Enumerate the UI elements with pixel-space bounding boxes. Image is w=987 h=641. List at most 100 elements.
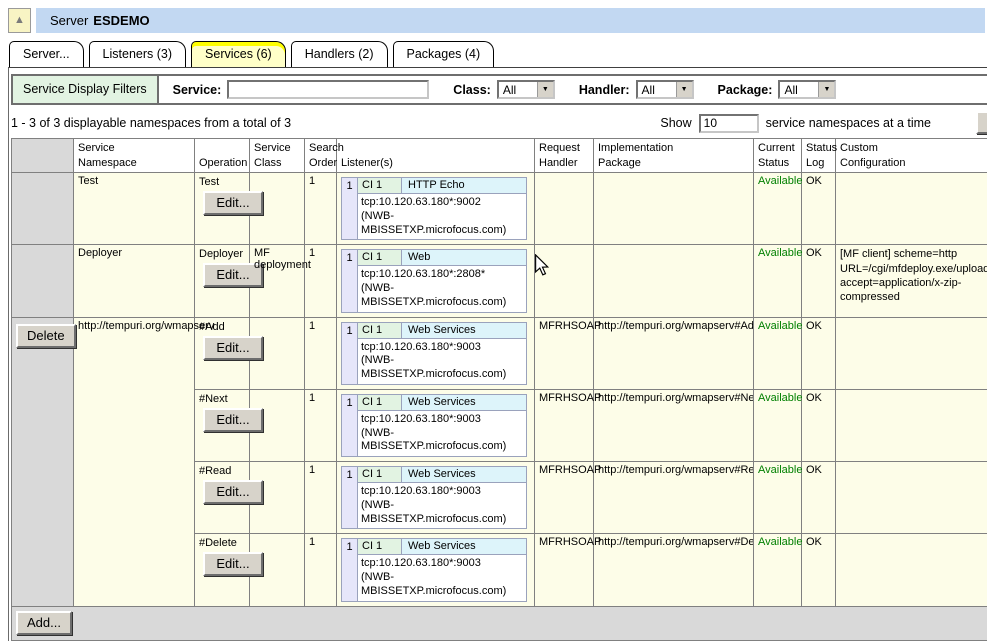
listener-index: 1: [342, 395, 358, 456]
server-titlebar: ▲ Server ESDEMO: [8, 8, 985, 33]
server-title-prefix: Server: [50, 13, 88, 28]
show-suffix: service namespaces at a time: [766, 116, 931, 130]
request-handler-cell: [535, 173, 594, 245]
services-panel: Service Display Filters Service: Class: …: [8, 67, 987, 641]
class-filter-value: All: [499, 82, 537, 97]
operation-cell: Test Edit...: [195, 173, 250, 245]
current-status-cell: Available: [754, 245, 802, 317]
package-filter-select[interactable]: All ▼: [778, 80, 836, 99]
listener-index: 1: [342, 178, 358, 239]
column-header-request-handler: Request Handler: [535, 139, 594, 173]
edit-button[interactable]: Edit...: [203, 552, 263, 576]
status-log-cell: OK: [802, 462, 836, 534]
delete-button[interactable]: Delete: [16, 324, 76, 348]
request-handler-cell: [535, 245, 594, 317]
operation-name: #Read: [199, 464, 245, 480]
collapse-toggle[interactable]: ▲: [8, 8, 31, 33]
column-header-service-namespace: Service Namespace: [74, 139, 195, 173]
service-display-filters-bar: Service Display Filters Service: Class: …: [11, 74, 987, 105]
edit-button[interactable]: Edit...: [203, 480, 263, 504]
listener-address: tcp:10.120.63.180*:9002: [361, 196, 523, 210]
handler-filter-select[interactable]: All ▼: [636, 80, 694, 99]
listener-name: CI 1: [358, 250, 402, 265]
listener-name: CI 1: [358, 178, 402, 193]
table-row: Deployer Deployer Edit... MF deployment …: [12, 245, 987, 317]
request-handler-cell: MFRHSOAP: [535, 389, 594, 461]
column-header-service-class: Service Class: [250, 139, 305, 173]
implementation-package-cell: http://tempuri.org/wmapserv#Delete: [594, 534, 754, 606]
search-order-cell: 1: [305, 317, 337, 389]
service-filter-label: Service:: [173, 83, 222, 97]
listener-type: Web: [402, 250, 526, 265]
service-filter-input[interactable]: [227, 80, 429, 99]
listener-box: 1 CI 1 Web Services tcp:10.120.63.180*:9…: [341, 394, 527, 457]
class-filter-select[interactable]: All ▼: [497, 80, 555, 99]
listeners-cell: 1 CI 1 Web Services tcp:10.120.63.180*:9…: [337, 317, 535, 389]
request-handler-cell: MFRHSOAP: [535, 462, 594, 534]
listener-address: tcp:10.120.63.180*:9003: [361, 341, 523, 355]
implementation-package-cell: [594, 173, 754, 245]
search-order-cell: 1: [305, 389, 337, 461]
request-handler-cell: MFRHSOAP: [535, 317, 594, 389]
tab-handlers[interactable]: Handlers (2): [291, 41, 388, 67]
edit-button[interactable]: Edit...: [203, 191, 263, 215]
listener-address: tcp:10.120.63.180*:2808*: [361, 268, 523, 282]
listener-name: CI 1: [358, 467, 402, 482]
operation-name: #Add: [199, 320, 245, 336]
operation-cell: Deployer Edit...: [195, 245, 250, 317]
search-order-cell: 1: [305, 245, 337, 317]
operation-cell: #Delete Edit...: [195, 534, 250, 606]
triangle-up-icon: ▲: [14, 15, 25, 26]
operation-cell: #Next Edit...: [195, 389, 250, 461]
status-log-cell: OK: [802, 245, 836, 317]
operation-name: Deployer: [199, 247, 245, 263]
edit-button[interactable]: Edit...: [203, 408, 263, 432]
chevron-down-icon: ▼: [818, 82, 834, 97]
service-namespace-cell: Test: [74, 173, 195, 245]
listener-host: (NWB-MBISSETXP.microfocus.com): [361, 571, 523, 599]
add-button[interactable]: Add...: [16, 611, 72, 635]
implementation-package-cell: [594, 245, 754, 317]
edit-button[interactable]: Edit...: [203, 336, 263, 360]
tab-services[interactable]: Services (6): [191, 41, 286, 67]
package-filter-value: All: [780, 82, 818, 97]
column-header-custom-configuration: Custom Configuration: [836, 139, 987, 173]
listeners-cell: 1 CI 1 Web Services tcp:10.120.63.180*:9…: [337, 389, 535, 461]
status-log-cell: OK: [802, 534, 836, 606]
implementation-package-cell: http://tempuri.org/wmapserv#Read: [594, 462, 754, 534]
implementation-package-cell: http://tempuri.org/wmapserv#Next: [594, 389, 754, 461]
server-name: ESDEMO: [93, 13, 149, 28]
listener-host: (NWB-MBISSETXP.microfocus.com): [361, 282, 523, 310]
listener-type: Web Services: [402, 467, 526, 482]
listeners-cell: 1 CI 1 HTTP Echo tcp:10.120.63.180*:9002…: [337, 173, 535, 245]
listener-type: Web Services: [402, 323, 526, 338]
service-namespace-cell: http://tempuri.org/wmapserv: [74, 317, 195, 606]
table-row: Test Test Edit... 1 1 CI 1 HTTP Echo tc: [12, 173, 987, 245]
tab-packages[interactable]: Packages (4): [393, 41, 495, 67]
tab-strip: Server... Listeners (3) Services (6) Han…: [8, 41, 987, 67]
listeners-cell: 1 CI 1 Web Services tcp:10.120.63.180*:9…: [337, 534, 535, 606]
show-count-input[interactable]: [699, 114, 759, 133]
listener-address: tcp:10.120.63.180*:9003: [361, 485, 523, 499]
row-action-cell: [12, 173, 74, 245]
listener-address: tcp:10.120.63.180*:9003: [361, 557, 523, 571]
status-log-cell: OK: [802, 389, 836, 461]
custom-configuration-cell: [MF client] scheme=http URL=/cgi/mfdeplo…: [836, 245, 987, 317]
table-row: Delete http://tempuri.org/wmapserv #Add …: [12, 317, 987, 389]
refresh-button-partial[interactable]: [976, 111, 987, 134]
server-title: Server ESDEMO: [36, 8, 985, 33]
search-order-cell: 1: [305, 462, 337, 534]
custom-configuration-cell: [836, 462, 987, 534]
search-order-cell: 1: [305, 173, 337, 245]
tab-server[interactable]: Server...: [9, 41, 84, 67]
listener-type: Web Services: [402, 395, 526, 410]
column-header-operation: Operation: [195, 139, 250, 173]
current-status-cell: Available: [754, 173, 802, 245]
tab-listeners[interactable]: Listeners (3): [89, 41, 186, 67]
row-action-cell: Delete: [12, 317, 74, 606]
column-header-listeners: Listener(s): [337, 139, 535, 173]
current-status-cell: Available: [754, 462, 802, 534]
listener-name: CI 1: [358, 539, 402, 554]
class-filter-label: Class:: [453, 83, 491, 97]
listeners-cell: 1 CI 1 Web tcp:10.120.63.180*:2808* (NWB…: [337, 245, 535, 317]
